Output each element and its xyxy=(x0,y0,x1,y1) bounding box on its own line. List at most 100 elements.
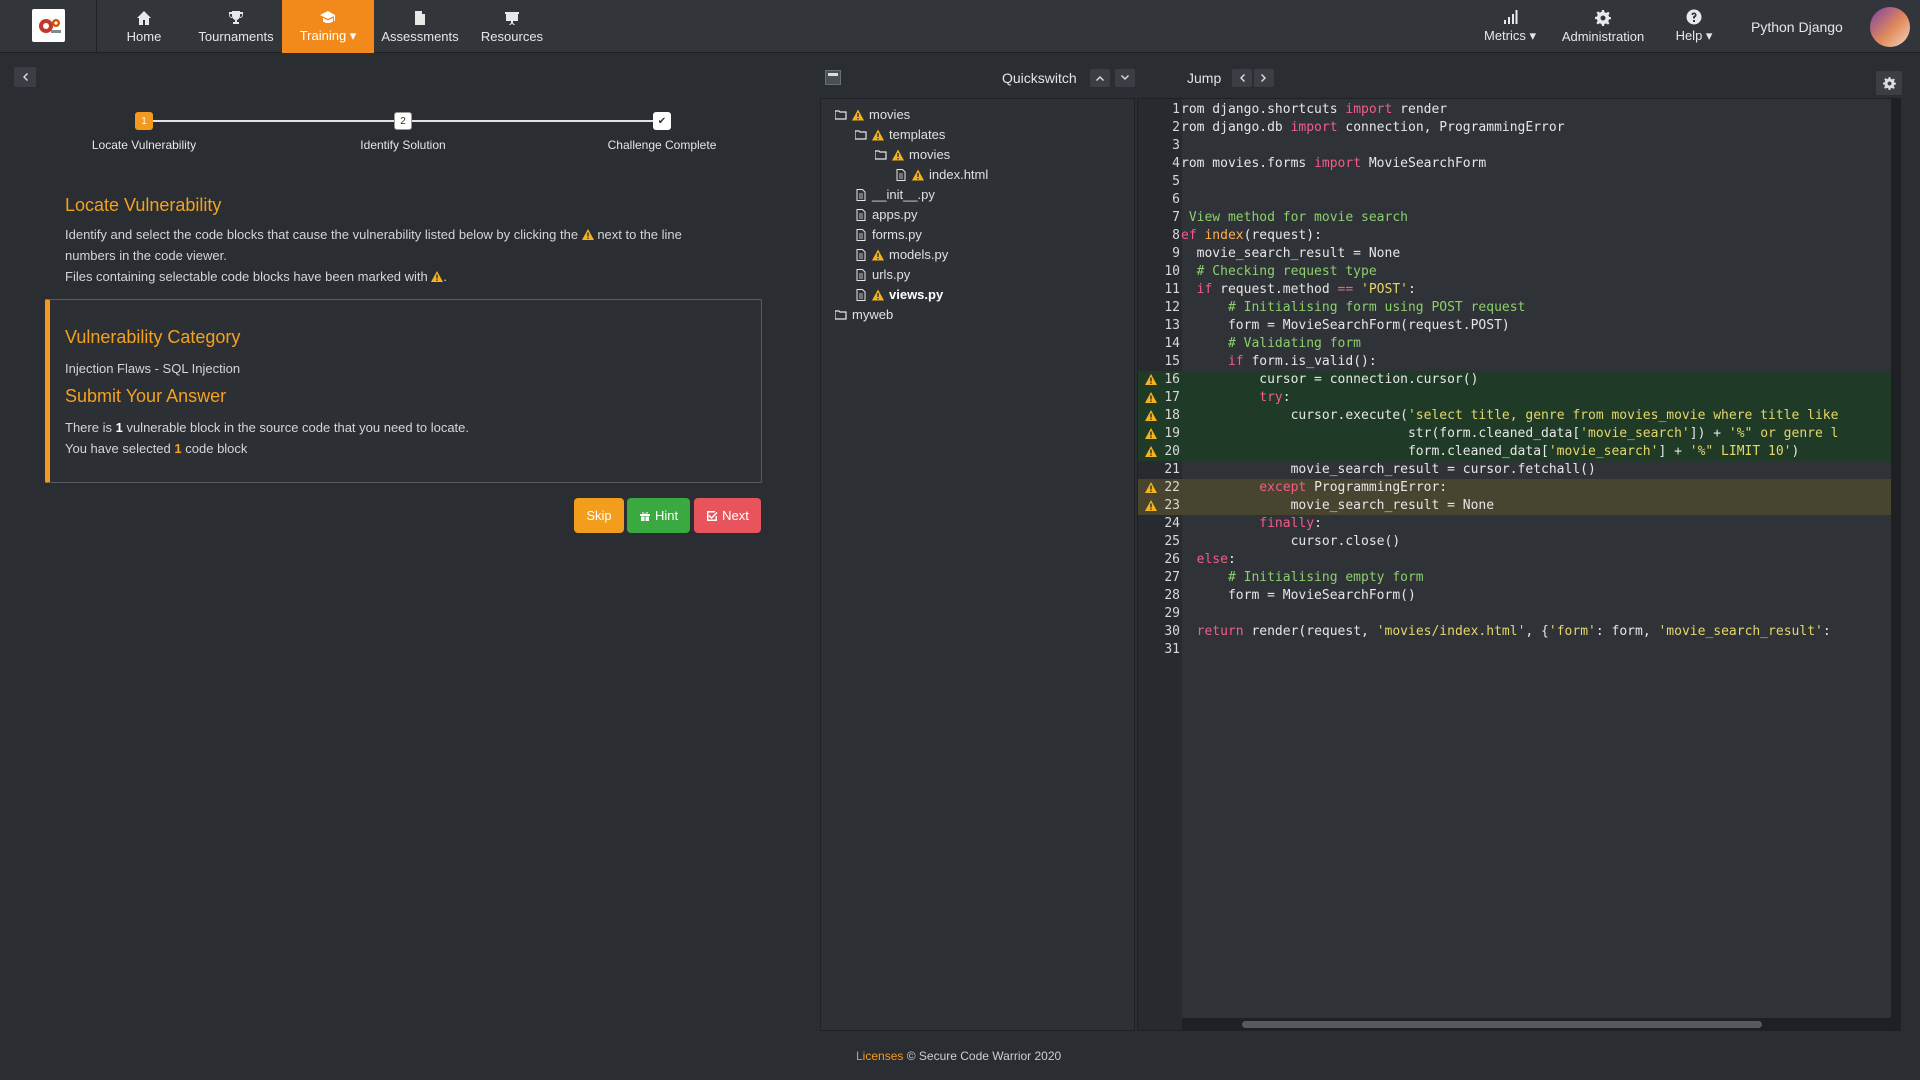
code-line[interactable]: 20 form.cleaned_data['movie_search'] + '… xyxy=(1138,443,1900,461)
file-icon xyxy=(856,208,866,221)
line-number[interactable]: 13 xyxy=(1138,317,1180,335)
line-number[interactable]: 17 xyxy=(1138,389,1180,407)
line-number[interactable]: 19 xyxy=(1138,425,1180,443)
collapse-panel-button[interactable] xyxy=(14,67,36,87)
line-number[interactable]: 14 xyxy=(1138,335,1180,353)
line-number[interactable]: 21 xyxy=(1138,461,1180,479)
code-text: # Initialising empty form xyxy=(1181,570,1424,585)
jump-prev-button[interactable] xyxy=(1232,69,1252,87)
line-number[interactable]: 28 xyxy=(1138,587,1180,605)
code-line: 26 else: xyxy=(1138,551,1900,569)
line-number[interactable]: 31 xyxy=(1138,641,1180,659)
line-number[interactable]: 27 xyxy=(1138,569,1180,587)
nav-resources[interactable]: Resources xyxy=(476,0,548,53)
tree-file[interactable]: forms.py xyxy=(855,227,922,242)
jump-next-button[interactable] xyxy=(1254,69,1274,87)
line-number[interactable]: 16 xyxy=(1138,371,1180,389)
skip-button[interactable]: Skip xyxy=(574,498,624,533)
line-number[interactable]: 11 xyxy=(1138,281,1180,299)
line-number[interactable]: 25 xyxy=(1138,533,1180,551)
tree-item-label: movies xyxy=(869,107,911,122)
nav-home[interactable]: Home xyxy=(124,0,164,53)
line-number[interactable]: 22 xyxy=(1138,479,1180,497)
tree-folder[interactable]: myweb xyxy=(835,307,893,322)
viewer-settings-button[interactable] xyxy=(1876,71,1902,95)
horizontal-scrollbar[interactable] xyxy=(1182,1018,1900,1030)
line-number[interactable]: 12 xyxy=(1138,299,1180,317)
tree-file[interactable]: index.html xyxy=(895,167,988,182)
trophy-icon xyxy=(229,10,243,24)
line-number[interactable]: 15 xyxy=(1138,353,1180,371)
code-line[interactable]: 17 try: xyxy=(1138,389,1900,407)
toggle-tree-button[interactable] xyxy=(825,70,841,85)
tree-item-label: movies xyxy=(909,147,951,162)
tree-file[interactable]: views.py xyxy=(855,287,943,302)
hint-button[interactable]: Hint xyxy=(627,498,690,533)
next-label: Next xyxy=(722,508,749,523)
line-number[interactable]: 26 xyxy=(1138,551,1180,569)
code-line[interactable]: 19 str(form.cleaned_data['movie_search']… xyxy=(1138,425,1900,443)
nav-training[interactable]: Training ▾ xyxy=(282,0,374,53)
quickswitch-up-button[interactable] xyxy=(1090,69,1110,87)
warning-icon xyxy=(872,129,884,140)
tree-folder[interactable]: templates xyxy=(855,127,945,142)
next-button[interactable]: Next xyxy=(694,498,761,533)
nav-assessments[interactable]: Assessments xyxy=(380,0,460,53)
line-number[interactable]: 18 xyxy=(1138,407,1180,425)
line-number[interactable]: 6 xyxy=(1138,191,1180,209)
code-text: rom movies.forms import MovieSearchForm xyxy=(1181,156,1487,171)
tree-file[interactable]: models.py xyxy=(855,247,948,262)
code-text: form = MovieSearchForm() xyxy=(1181,588,1416,603)
line-number[interactable]: 3 xyxy=(1138,137,1180,155)
avatar[interactable] xyxy=(1870,7,1910,47)
code-line[interactable]: 23 movie_search_result = None xyxy=(1138,497,1900,515)
line-number[interactable]: 23 xyxy=(1138,497,1180,515)
nav-metrics[interactable]: Metrics ▾ xyxy=(1480,0,1540,53)
tree-file[interactable]: apps.py xyxy=(855,207,918,222)
line-number[interactable]: 30 xyxy=(1138,623,1180,641)
instruction-text-3: Files containing selectable code blocks … xyxy=(65,269,428,284)
code-line: 11 if request.method == 'POST': xyxy=(1138,281,1900,299)
tree-folder[interactable]: movies xyxy=(835,107,910,122)
code-line: 14 # Validating form xyxy=(1138,335,1900,353)
line-number[interactable]: 29 xyxy=(1138,605,1180,623)
quickswitch-down-button[interactable] xyxy=(1115,69,1135,87)
line-number[interactable]: 9 xyxy=(1138,245,1180,263)
footer: Licenses © Secure Code Warrior 2020 xyxy=(856,1049,1061,1063)
instruction-text-1b: next to the line xyxy=(597,227,682,242)
code-editor: 1 rom django.shortcuts import render 2 rom … xyxy=(1137,98,1901,1031)
line-number[interactable]: 20 xyxy=(1138,443,1180,461)
line-number[interactable]: 10 xyxy=(1138,263,1180,281)
code-line[interactable]: 18 cursor.execute('select title, genre f… xyxy=(1138,407,1900,425)
code-line[interactable]: 16 cursor = connection.cursor() xyxy=(1138,371,1900,389)
line-number[interactable]: 2 xyxy=(1138,119,1180,137)
jump-label: Jump xyxy=(1187,70,1222,86)
tree-folder[interactable]: movies xyxy=(875,147,950,162)
code-line: 4 rom movies.forms import MovieSearchForm xyxy=(1138,155,1900,173)
licenses-link[interactable]: Licenses xyxy=(856,1049,903,1063)
nav-tournaments[interactable]: Tournaments xyxy=(196,0,276,53)
chevron-left-icon xyxy=(23,73,28,81)
warning-icon xyxy=(581,229,594,240)
line-number[interactable]: 7 xyxy=(1138,209,1180,227)
app-logo[interactable] xyxy=(32,9,65,42)
warning-icon xyxy=(852,109,864,120)
tree-file[interactable]: __init__.py xyxy=(855,187,935,202)
nav-training-label: Training ▾ xyxy=(299,28,357,43)
folder-icon xyxy=(835,109,847,120)
horizontal-scroll-thumb[interactable] xyxy=(1242,1021,1762,1028)
nav-assessments-label: Assessments xyxy=(381,28,459,44)
line-number[interactable]: 8 xyxy=(1138,227,1180,245)
user-name[interactable]: Python Django xyxy=(1751,19,1843,35)
code-line[interactable]: 22 except ProgrammingError: xyxy=(1138,479,1900,497)
submit-title: Submit Your Answer xyxy=(65,386,227,406)
tree-file[interactable]: urls.py xyxy=(855,267,910,282)
line-number[interactable]: 1 xyxy=(1138,101,1180,119)
line-number[interactable]: 4 xyxy=(1138,155,1180,173)
nav-help[interactable]: Help ▾ xyxy=(1666,0,1722,53)
vertical-scrollbar[interactable] xyxy=(1891,98,1901,1031)
nav-administration[interactable]: Administration xyxy=(1558,0,1648,53)
line-number[interactable]: 24 xyxy=(1138,515,1180,533)
chevron-up-icon xyxy=(1096,76,1104,81)
line-number[interactable]: 5 xyxy=(1138,173,1180,191)
